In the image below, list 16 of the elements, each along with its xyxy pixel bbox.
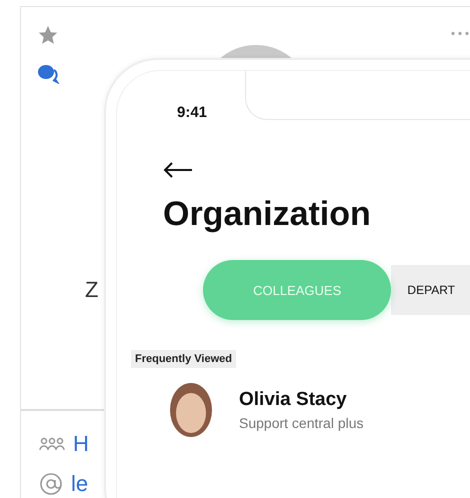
star-icon[interactable] — [37, 24, 59, 46]
at-sign-icon — [39, 472, 63, 496]
contact-link[interactable]: le — [71, 471, 88, 497]
person-subtitle: Support central plus — [239, 415, 364, 431]
status-time: 9:41 — [177, 104, 208, 121]
contact-link[interactable]: H — [73, 431, 89, 457]
back-arrow-icon[interactable] — [163, 161, 193, 179]
avatar-silhouette-icon — [169, 382, 213, 438]
page-title: Organization — [163, 195, 372, 234]
more-dots-icon[interactable] — [451, 31, 469, 36]
name-text: Z — [85, 277, 98, 303]
chat-bubbles-icon[interactable] — [37, 64, 61, 84]
people-icon — [39, 437, 65, 451]
section-label: Frequently Viewed — [131, 350, 236, 368]
person-name[interactable]: Olivia Stacy — [239, 389, 364, 411]
segment-tab[interactable]: DEPART — [391, 265, 470, 315]
